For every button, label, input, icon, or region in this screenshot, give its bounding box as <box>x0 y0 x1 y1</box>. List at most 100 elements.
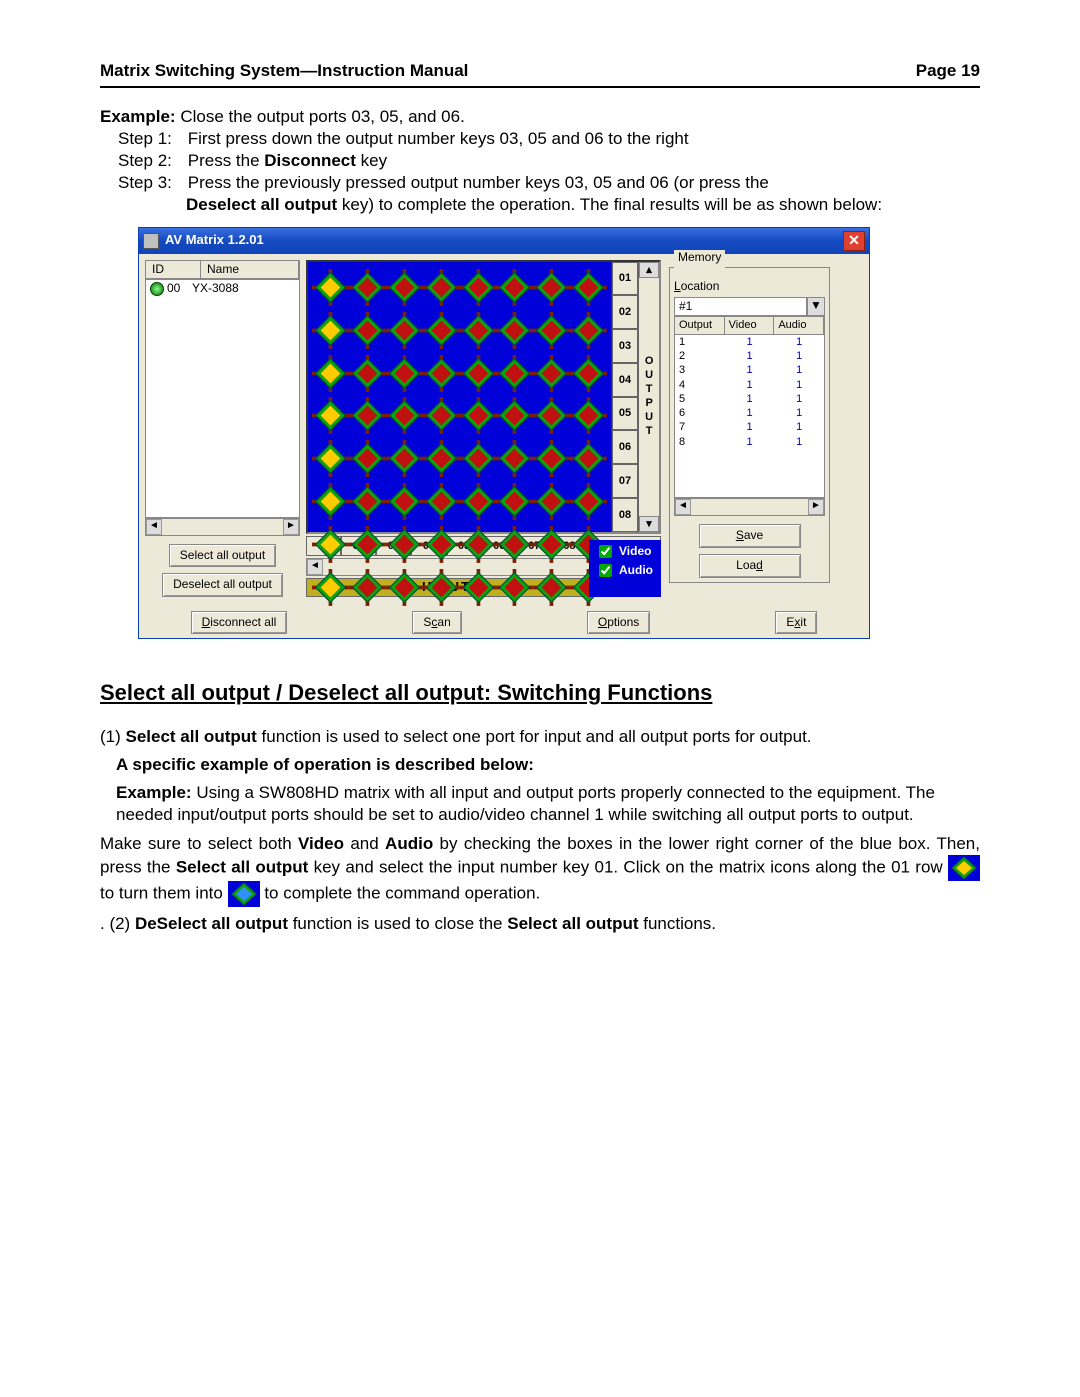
matrix-node[interactable] <box>533 523 570 566</box>
chevron-down-icon[interactable]: ▼ <box>807 297 825 317</box>
output-button[interactable]: 07 <box>612 464 638 498</box>
matrix-node[interactable] <box>386 480 423 523</box>
matrix-node[interactable] <box>570 480 607 523</box>
matrix-node[interactable] <box>423 566 460 609</box>
table-row[interactable]: 111 <box>675 335 824 349</box>
matrix-node[interactable] <box>423 352 460 395</box>
matrix-node[interactable] <box>312 394 349 437</box>
matrix-node[interactable] <box>312 437 349 480</box>
table-row[interactable]: 311 <box>675 363 824 377</box>
matrix-node[interactable] <box>496 352 533 395</box>
matrix-node[interactable] <box>386 266 423 309</box>
disconnect-all-button[interactable]: Disconnect all <box>191 611 288 635</box>
device-list[interactable]: 00 YX-3088 <box>145 279 300 517</box>
matrix-node[interactable] <box>312 352 349 395</box>
matrix-node[interactable] <box>460 437 497 480</box>
matrix-node[interactable] <box>349 352 386 395</box>
matrix-node[interactable] <box>533 309 570 352</box>
matrix-node[interactable] <box>496 437 533 480</box>
matrix-node[interactable] <box>496 394 533 437</box>
arrow-left-icon[interactable]: ◄ <box>675 499 691 515</box>
close-icon[interactable]: ✕ <box>843 231 865 251</box>
output-button[interactable]: 08 <box>612 498 638 532</box>
matrix-node[interactable] <box>349 437 386 480</box>
scan-button[interactable]: Scan <box>412 611 461 635</box>
output-button[interactable]: 05 <box>612 397 638 431</box>
table-row[interactable]: 511 <box>675 392 824 406</box>
matrix-node[interactable] <box>312 480 349 523</box>
matrix-node[interactable] <box>496 566 533 609</box>
matrix-node[interactable] <box>349 266 386 309</box>
matrix-node[interactable] <box>570 266 607 309</box>
load-button[interactable]: Load <box>699 554 801 578</box>
matrix-node[interactable] <box>460 394 497 437</box>
matrix-node[interactable] <box>496 309 533 352</box>
matrix-node[interactable] <box>312 266 349 309</box>
matrix-node[interactable] <box>460 266 497 309</box>
table-row[interactable]: 711 <box>675 420 824 434</box>
matrix-node[interactable] <box>423 523 460 566</box>
matrix-node[interactable] <box>460 523 497 566</box>
h-scrollbar[interactable]: ◄ ► <box>145 518 300 536</box>
arrow-left-icon[interactable]: ◄ <box>146 519 162 535</box>
video-checkbox[interactable]: Video <box>595 542 655 561</box>
matrix-node[interactable] <box>349 480 386 523</box>
matrix-node[interactable] <box>386 437 423 480</box>
matrix-node[interactable] <box>570 394 607 437</box>
arrow-right-icon[interactable]: ► <box>808 499 824 515</box>
matrix-node[interactable] <box>349 394 386 437</box>
matrix-node[interactable] <box>460 352 497 395</box>
output-button[interactable]: 02 <box>612 295 638 329</box>
matrix-node[interactable] <box>496 480 533 523</box>
options-button[interactable]: Options <box>587 611 650 635</box>
arrow-right-icon[interactable]: ► <box>283 519 299 535</box>
matrix-node[interactable] <box>423 437 460 480</box>
matrix-node[interactable] <box>386 309 423 352</box>
matrix-node[interactable] <box>349 523 386 566</box>
matrix-node[interactable] <box>349 566 386 609</box>
matrix-node[interactable] <box>386 566 423 609</box>
scroll-down-icon[interactable]: ▾ <box>639 516 659 532</box>
matrix-node[interactable] <box>423 266 460 309</box>
matrix-node[interactable] <box>460 480 497 523</box>
output-button[interactable]: 06 <box>612 430 638 464</box>
matrix-node[interactable] <box>386 394 423 437</box>
table-row[interactable]: 811 <box>675 435 824 449</box>
matrix-node[interactable] <box>533 437 570 480</box>
matrix-node[interactable] <box>533 394 570 437</box>
matrix-node[interactable] <box>496 266 533 309</box>
matrix-node[interactable] <box>386 523 423 566</box>
output-button[interactable]: 03 <box>612 329 638 363</box>
matrix-node[interactable] <box>570 352 607 395</box>
matrix-node[interactable] <box>460 566 497 609</box>
select-all-output-button[interactable]: Select all output <box>169 544 276 568</box>
save-button[interactable]: Save <box>699 524 801 548</box>
output-button[interactable]: 01 <box>612 262 638 296</box>
table-scrollbar[interactable]: ◄ ► <box>674 498 825 516</box>
matrix-node[interactable] <box>423 480 460 523</box>
output-button[interactable]: 04 <box>612 363 638 397</box>
location-combo[interactable]: #1 ▼ <box>674 297 825 317</box>
matrix-node[interactable] <box>349 309 386 352</box>
matrix-node[interactable] <box>533 266 570 309</box>
table-row[interactable]: 611 <box>675 406 824 420</box>
deselect-all-output-button[interactable]: Deselect all output <box>162 573 283 597</box>
matrix-node[interactable] <box>570 437 607 480</box>
matrix-node[interactable] <box>423 394 460 437</box>
exit-button[interactable]: Exit <box>775 611 817 635</box>
matrix-node[interactable] <box>496 523 533 566</box>
table-row[interactable]: 211 <box>675 349 824 363</box>
matrix-node[interactable] <box>312 566 349 609</box>
matrix-node[interactable] <box>570 309 607 352</box>
matrix-grid[interactable]: 0102030405060708 ▴ OUTPUT ▾ <box>306 260 661 534</box>
list-item[interactable]: 00 YX-3088 <box>146 280 299 298</box>
matrix-node[interactable] <box>312 523 349 566</box>
audio-checkbox[interactable]: Audio <box>595 561 655 580</box>
routing-table[interactable]: Output Video Audio 111211311411511611711… <box>674 316 825 498</box>
matrix-node[interactable] <box>460 309 497 352</box>
matrix-node[interactable] <box>423 309 460 352</box>
matrix-node[interactable] <box>533 566 570 609</box>
matrix-node[interactable] <box>386 352 423 395</box>
table-row[interactable]: 411 <box>675 378 824 392</box>
scroll-up-icon[interactable]: ▴ <box>639 262 659 278</box>
